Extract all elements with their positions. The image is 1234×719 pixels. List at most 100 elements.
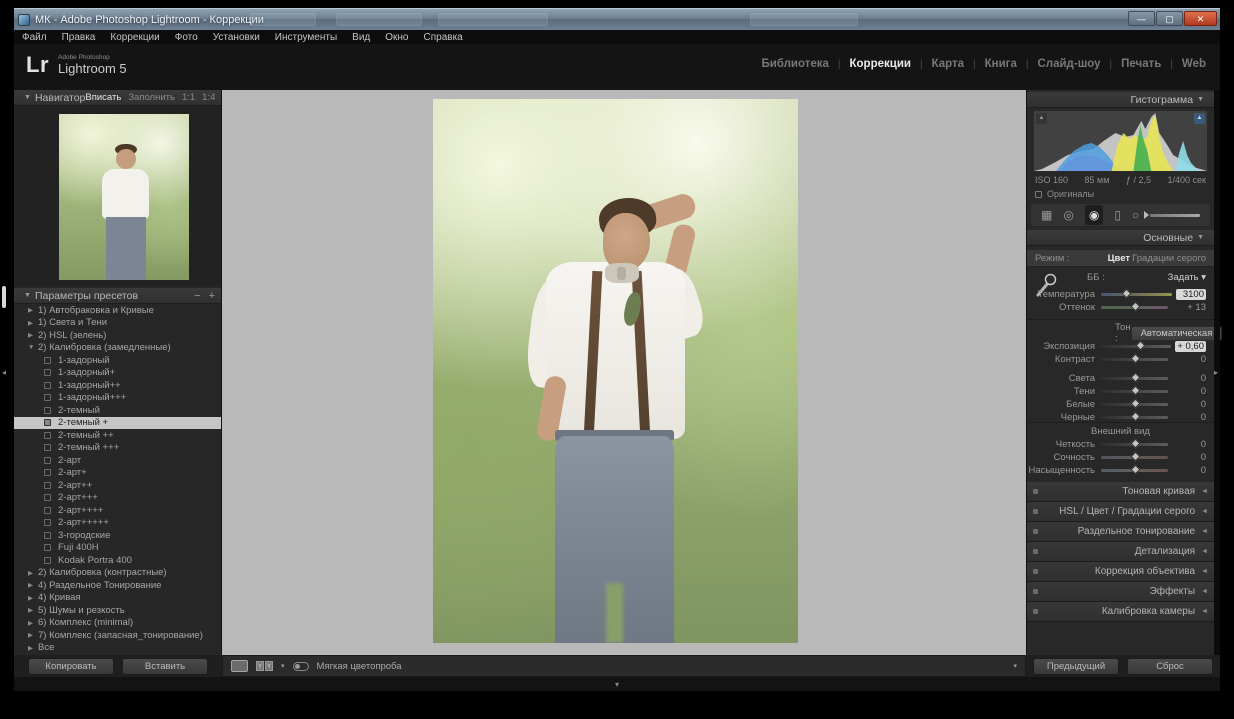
slider-track[interactable] bbox=[1101, 293, 1172, 296]
navigator-thumbnail[interactable] bbox=[59, 114, 189, 280]
preset-folder[interactable]: ▶4) Кривая bbox=[14, 592, 221, 605]
toolbar-options-icon[interactable]: ▾ bbox=[1013, 662, 1017, 670]
left-scroll-indicator[interactable] bbox=[2, 286, 6, 308]
preset-folder[interactable]: ▼2) Калибровка (замедленные) bbox=[14, 342, 221, 355]
navigator-zoom-Заполнить[interactable]: Заполнить bbox=[128, 92, 175, 103]
before-after-view-icon[interactable]: YY bbox=[256, 661, 273, 671]
menu-item-Инструменты[interactable]: Инструменты bbox=[275, 32, 337, 43]
menu-item-Фото[interactable]: Фото bbox=[175, 32, 198, 43]
preset-toggle-icon[interactable] bbox=[44, 419, 51, 426]
basic-panel-header[interactable]: Основные ▼ bbox=[1027, 230, 1214, 246]
menu-item-Вид[interactable]: Вид bbox=[352, 32, 370, 43]
slider-track[interactable] bbox=[1101, 469, 1168, 472]
panel-header-Коррекция объектива[interactable]: Коррекция объектива◄ bbox=[1027, 562, 1214, 582]
preset-toggle-icon[interactable] bbox=[44, 457, 51, 464]
panel-header-Детализация[interactable]: Детализация◄ bbox=[1027, 542, 1214, 562]
panel-header-HSL / Цвет / Градации серого[interactable]: HSL / Цвет / Градации серого◄ bbox=[1027, 502, 1214, 522]
tool-amount-slider[interactable] bbox=[1150, 214, 1200, 217]
preset-item[interactable]: 1-задорный+++ bbox=[14, 392, 221, 405]
red-eye-tool-icon[interactable]: ◉ bbox=[1085, 205, 1103, 225]
soft-proof-toggle[interactable] bbox=[293, 662, 309, 671]
preset-toggle-icon[interactable] bbox=[44, 382, 51, 389]
preset-item[interactable]: 3-городские bbox=[14, 529, 221, 542]
slider-thumb[interactable] bbox=[1130, 439, 1140, 449]
reset-button[interactable]: Сброс bbox=[1127, 658, 1213, 675]
originals-checkbox[interactable] bbox=[1035, 191, 1042, 198]
slider-track[interactable] bbox=[1101, 456, 1168, 459]
panel-header-Раздельное тонирование[interactable]: Раздельное тонирование◄ bbox=[1027, 522, 1214, 542]
preset-toggle-icon[interactable] bbox=[44, 394, 51, 401]
slider-thumb[interactable] bbox=[1130, 452, 1140, 462]
preset-folder[interactable]: ▶1) Света и Тени bbox=[14, 317, 221, 330]
slider-thumb[interactable] bbox=[1130, 465, 1140, 475]
menu-item-Установки[interactable]: Установки bbox=[213, 32, 260, 43]
shadow-clipping-icon[interactable]: ▲ bbox=[1036, 113, 1047, 124]
preset-folder[interactable]: ▶Все bbox=[14, 642, 221, 655]
module-tab-Карта[interactable]: Карта bbox=[932, 58, 964, 70]
menu-item-Файл[interactable]: Файл bbox=[22, 32, 47, 43]
presets-header[interactable]: ▼ Параметры пресетов − + bbox=[14, 288, 221, 304]
preset-item[interactable]: 1-задорный+ bbox=[14, 367, 221, 380]
preset-toggle-icon[interactable] bbox=[44, 532, 51, 539]
preset-toggle-icon[interactable] bbox=[44, 369, 51, 376]
slider-thumb[interactable] bbox=[1130, 412, 1140, 422]
copy-button[interactable]: Копировать bbox=[28, 658, 114, 675]
menu-item-Справка[interactable]: Справка bbox=[424, 32, 463, 43]
crop-tool-icon[interactable]: ▦ bbox=[1041, 205, 1052, 225]
preset-folder[interactable]: ▶5) Шумы и резкость bbox=[14, 604, 221, 617]
preset-folder[interactable]: ▶6) Комплекс (minimal) bbox=[14, 617, 221, 630]
slider-track[interactable] bbox=[1101, 345, 1171, 348]
module-tab-Книга[interactable]: Книга bbox=[985, 58, 1017, 70]
slider-track[interactable] bbox=[1101, 403, 1168, 406]
right-panel-collapse-arrow[interactable]: ▸ bbox=[1214, 368, 1218, 377]
preset-toggle-icon[interactable] bbox=[44, 357, 51, 364]
navigator-zoom-1:4[interactable]: 1:4 bbox=[202, 92, 215, 103]
slider-track[interactable] bbox=[1101, 306, 1168, 309]
preset-toggle-icon[interactable] bbox=[44, 544, 51, 551]
preset-folder[interactable]: ▶2) Калибровка (контрастные) bbox=[14, 567, 221, 580]
left-panel-collapse-arrow[interactable]: ◂ bbox=[2, 368, 6, 377]
panel-header-Калибровка камеры[interactable]: Калибровка камеры◄ bbox=[1027, 602, 1214, 622]
slider-thumb[interactable] bbox=[1130, 373, 1140, 383]
preset-toggle-icon[interactable] bbox=[44, 482, 51, 489]
menu-item-Коррекции[interactable]: Коррекции bbox=[110, 32, 159, 43]
minimize-button[interactable]: — bbox=[1128, 11, 1155, 26]
preset-folder[interactable]: ▶7) Комплекс (запасная_тонирование) bbox=[14, 629, 221, 642]
preset-toggle-icon[interactable] bbox=[44, 407, 51, 414]
mode-color-option[interactable]: Цвет bbox=[1108, 253, 1130, 264]
panel-header-Тоновая кривая[interactable]: Тоновая кривая◄ bbox=[1027, 482, 1214, 502]
close-button[interactable]: ✕ bbox=[1184, 11, 1217, 26]
preset-item[interactable]: 2-темный +++ bbox=[14, 442, 221, 455]
preset-toggle-icon[interactable] bbox=[44, 494, 51, 501]
highlight-clipping-icon[interactable]: ▲ bbox=[1194, 113, 1205, 124]
navigator-zoom-1:1[interactable]: 1:1 bbox=[182, 92, 195, 103]
slider-track[interactable] bbox=[1101, 443, 1168, 446]
preset-item[interactable]: 2-темный ++ bbox=[14, 429, 221, 442]
preset-toggle-icon[interactable] bbox=[44, 507, 51, 514]
remove-preset-button[interactable]: − bbox=[194, 290, 200, 302]
preset-item[interactable]: 2-арт+++ bbox=[14, 492, 221, 505]
histogram-header[interactable]: Гистограмма ▼ bbox=[1027, 92, 1214, 108]
slider-track[interactable] bbox=[1101, 358, 1168, 361]
auto-tone-button[interactable]: Автоматическая bbox=[1131, 326, 1223, 341]
loupe-view-icon[interactable] bbox=[231, 660, 248, 672]
module-tab-Библиотека[interactable]: Библиотека bbox=[761, 58, 828, 70]
preset-toggle-icon[interactable] bbox=[44, 557, 51, 564]
preset-item[interactable]: 2-арт++++ bbox=[14, 504, 221, 517]
spot-removal-icon[interactable]: ◎ bbox=[1063, 205, 1073, 225]
mode-bw-option[interactable]: Градации серого bbox=[1132, 253, 1206, 264]
preset-item[interactable]: 2-арт+ bbox=[14, 467, 221, 480]
view-dropdown-icon[interactable]: ▾ bbox=[281, 662, 285, 670]
preset-item[interactable]: 1-задорный++ bbox=[14, 379, 221, 392]
preset-folder[interactable]: ▶4) Раздельное Тонирование bbox=[14, 579, 221, 592]
navigator-zoom-Вписать[interactable]: Вписать bbox=[85, 92, 121, 103]
menu-item-Правка[interactable]: Правка bbox=[62, 32, 96, 43]
preset-toggle-icon[interactable] bbox=[44, 432, 51, 439]
preset-toggle-icon[interactable] bbox=[44, 444, 51, 451]
preset-item[interactable]: Fuji 400H bbox=[14, 542, 221, 555]
module-tab-Слайд-шоу[interactable]: Слайд-шоу bbox=[1037, 58, 1100, 70]
filmstrip-collapse-arrow[interactable]: ▾ bbox=[615, 680, 619, 689]
module-tab-Печать[interactable]: Печать bbox=[1121, 58, 1161, 70]
maximize-button[interactable]: ▢ bbox=[1156, 11, 1183, 26]
previous-button[interactable]: Предыдущий bbox=[1033, 658, 1119, 675]
